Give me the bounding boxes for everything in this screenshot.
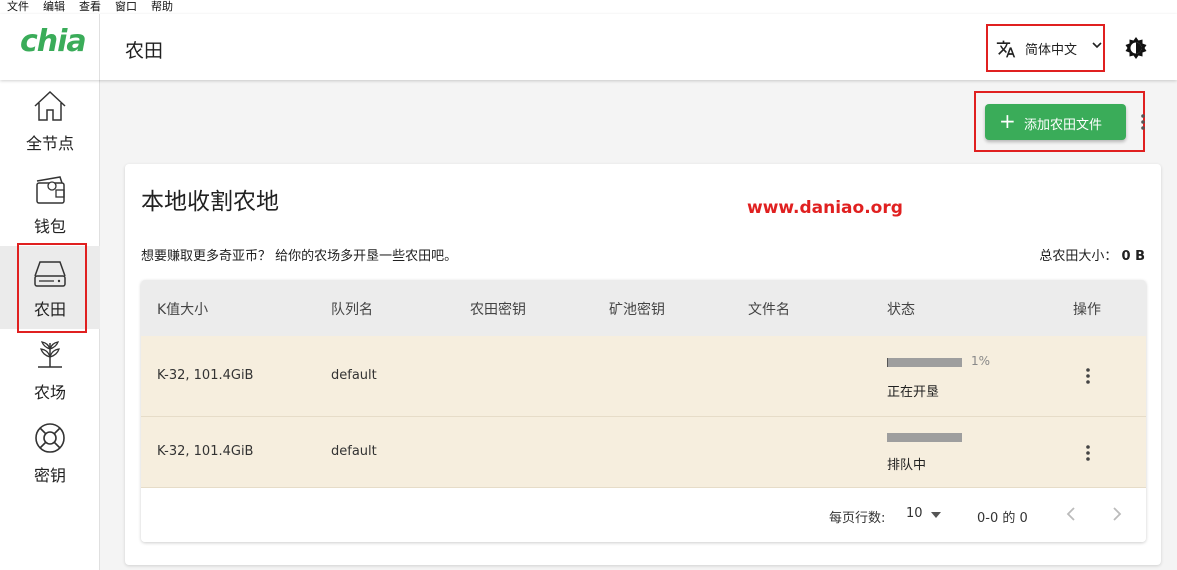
col-k-size: K值大小 bbox=[157, 302, 209, 318]
chevron-left-icon[interactable] bbox=[1065, 506, 1077, 522]
chevron-down-icon bbox=[1092, 42, 1102, 49]
sidebar-item-full-node[interactable]: 全节点 bbox=[0, 80, 100, 163]
more-vert-icon[interactable] bbox=[1085, 367, 1091, 385]
cell-k-size: K-32, 101.4GiB bbox=[157, 368, 254, 383]
rows-per-page-select[interactable]: 10 bbox=[906, 506, 923, 521]
app-header: chia 农田 简体中文 bbox=[0, 14, 1177, 80]
language-label: 简体中文 bbox=[1025, 43, 1078, 58]
menu-file[interactable]: 文件 bbox=[7, 0, 29, 14]
more-vert-icon[interactable] bbox=[1140, 113, 1146, 131]
card-description: 想要赚取更多奇亚币？ 给你的农场多开垦一些农田吧。 bbox=[141, 249, 458, 264]
caret-down-icon[interactable] bbox=[931, 512, 941, 518]
home-icon bbox=[34, 90, 66, 121]
plant-icon bbox=[38, 341, 62, 368]
sidebar-item-label: 农场 bbox=[33, 383, 66, 402]
sidebar-item-farm[interactable]: 农场 bbox=[0, 329, 100, 412]
cell-queue: default bbox=[331, 444, 377, 459]
col-actions: 操作 bbox=[1073, 302, 1101, 318]
logo-cell: chia bbox=[0, 14, 100, 80]
status-text: 正在开垦 bbox=[887, 385, 940, 400]
sidebar-item-keys[interactable]: 密钥 bbox=[0, 412, 100, 495]
wallet-icon bbox=[36, 176, 65, 204]
sidebar-item-label: 全节点 bbox=[25, 134, 74, 153]
menu-view[interactable]: 查看 bbox=[79, 0, 101, 14]
chevron-right-icon[interactable] bbox=[1111, 506, 1123, 522]
menu-edit[interactable]: 编辑 bbox=[43, 0, 65, 14]
translate-icon bbox=[996, 40, 1016, 58]
col-filename: 文件名 bbox=[748, 302, 790, 318]
col-status: 状态 bbox=[887, 302, 915, 318]
table-header: K值大小 队列名 农田密钥 矿池密钥 文件名 状态 操作 bbox=[141, 280, 1146, 336]
col-farmer-key: 农田密钥 bbox=[470, 302, 526, 318]
sidebar: 全节点 钱包 农田 农场 密钥 bbox=[0, 80, 100, 570]
menu-window[interactable]: 窗口 bbox=[115, 0, 137, 14]
rows-per-page-label: 每页行数: bbox=[829, 511, 886, 526]
total-size-label: 总农田大小： bbox=[1039, 249, 1118, 264]
plots-card: 本地收割农地 www.daniao.org 想要赚取更多奇亚币？ 给你的农场多开… bbox=[125, 164, 1161, 565]
total-plot-size: 总农田大小： 0 B bbox=[1039, 245, 1145, 264]
menu-bar: 文件 编辑 查看 窗口 帮助 bbox=[0, 0, 1177, 14]
cell-k-size: K-32, 101.4GiB bbox=[157, 444, 254, 459]
watermark: www.daniao.org bbox=[747, 198, 903, 218]
add-plot-label: 添加农田文件 bbox=[1024, 118, 1103, 133]
card-title: 本地收割农地 bbox=[141, 189, 279, 215]
progress-bar bbox=[887, 358, 962, 367]
col-pool-key: 矿池密钥 bbox=[609, 302, 665, 318]
language-selector[interactable]: 简体中文 bbox=[986, 24, 1105, 72]
page-title: 农田 bbox=[125, 40, 164, 62]
menu-help[interactable]: 帮助 bbox=[151, 0, 173, 14]
progress-bar bbox=[887, 433, 962, 442]
add-plot-button[interactable]: + 添加农田文件 bbox=[985, 104, 1126, 140]
table-row: K-32, 101.4GiB default 1% 正在开垦 bbox=[141, 336, 1146, 417]
table-pagination: 每页行数: 10 0-0 的 0 bbox=[141, 488, 1146, 542]
sidebar-item-label: 钱包 bbox=[33, 217, 66, 236]
theme-toggle-icon[interactable] bbox=[1124, 36, 1148, 60]
nav-highlight-box bbox=[17, 243, 87, 333]
progress-percent: 1% bbox=[971, 354, 991, 368]
plots-table: K值大小 队列名 农田密钥 矿池密钥 文件名 状态 操作 K-32, 101.4… bbox=[141, 280, 1146, 542]
chia-logo[interactable]: chia bbox=[20, 24, 87, 59]
total-size-value: 0 B bbox=[1121, 249, 1145, 264]
pagination-range: 0-0 的 0 bbox=[977, 511, 1028, 526]
cell-queue: default bbox=[331, 368, 377, 383]
sidebar-item-wallet[interactable]: 钱包 bbox=[0, 163, 100, 246]
progress-fill bbox=[887, 358, 888, 367]
status-text: 排队中 bbox=[887, 458, 927, 473]
lifebuoy-icon bbox=[35, 423, 65, 453]
sidebar-item-label: 密钥 bbox=[33, 466, 66, 485]
more-vert-icon[interactable] bbox=[1085, 444, 1091, 462]
table-row: K-32, 101.4GiB default 排队中 bbox=[141, 417, 1146, 488]
plus-icon: + bbox=[999, 109, 1016, 133]
col-queue-name: 队列名 bbox=[331, 302, 373, 318]
